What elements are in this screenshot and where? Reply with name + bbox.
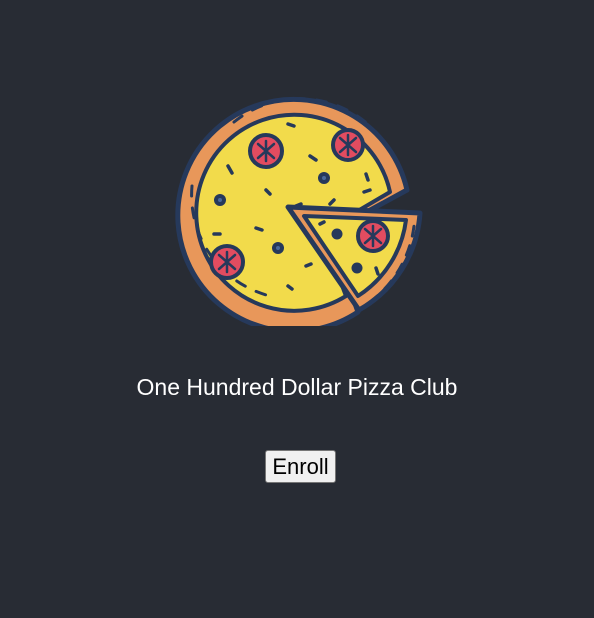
page-title: One Hundred Dollar Pizza Club [136,374,458,400]
pizza-icon [175,96,423,326]
enroll-button[interactable]: Enroll [265,450,336,483]
app-container: One Hundred Dollar Pizza Club Enroll [0,0,594,618]
